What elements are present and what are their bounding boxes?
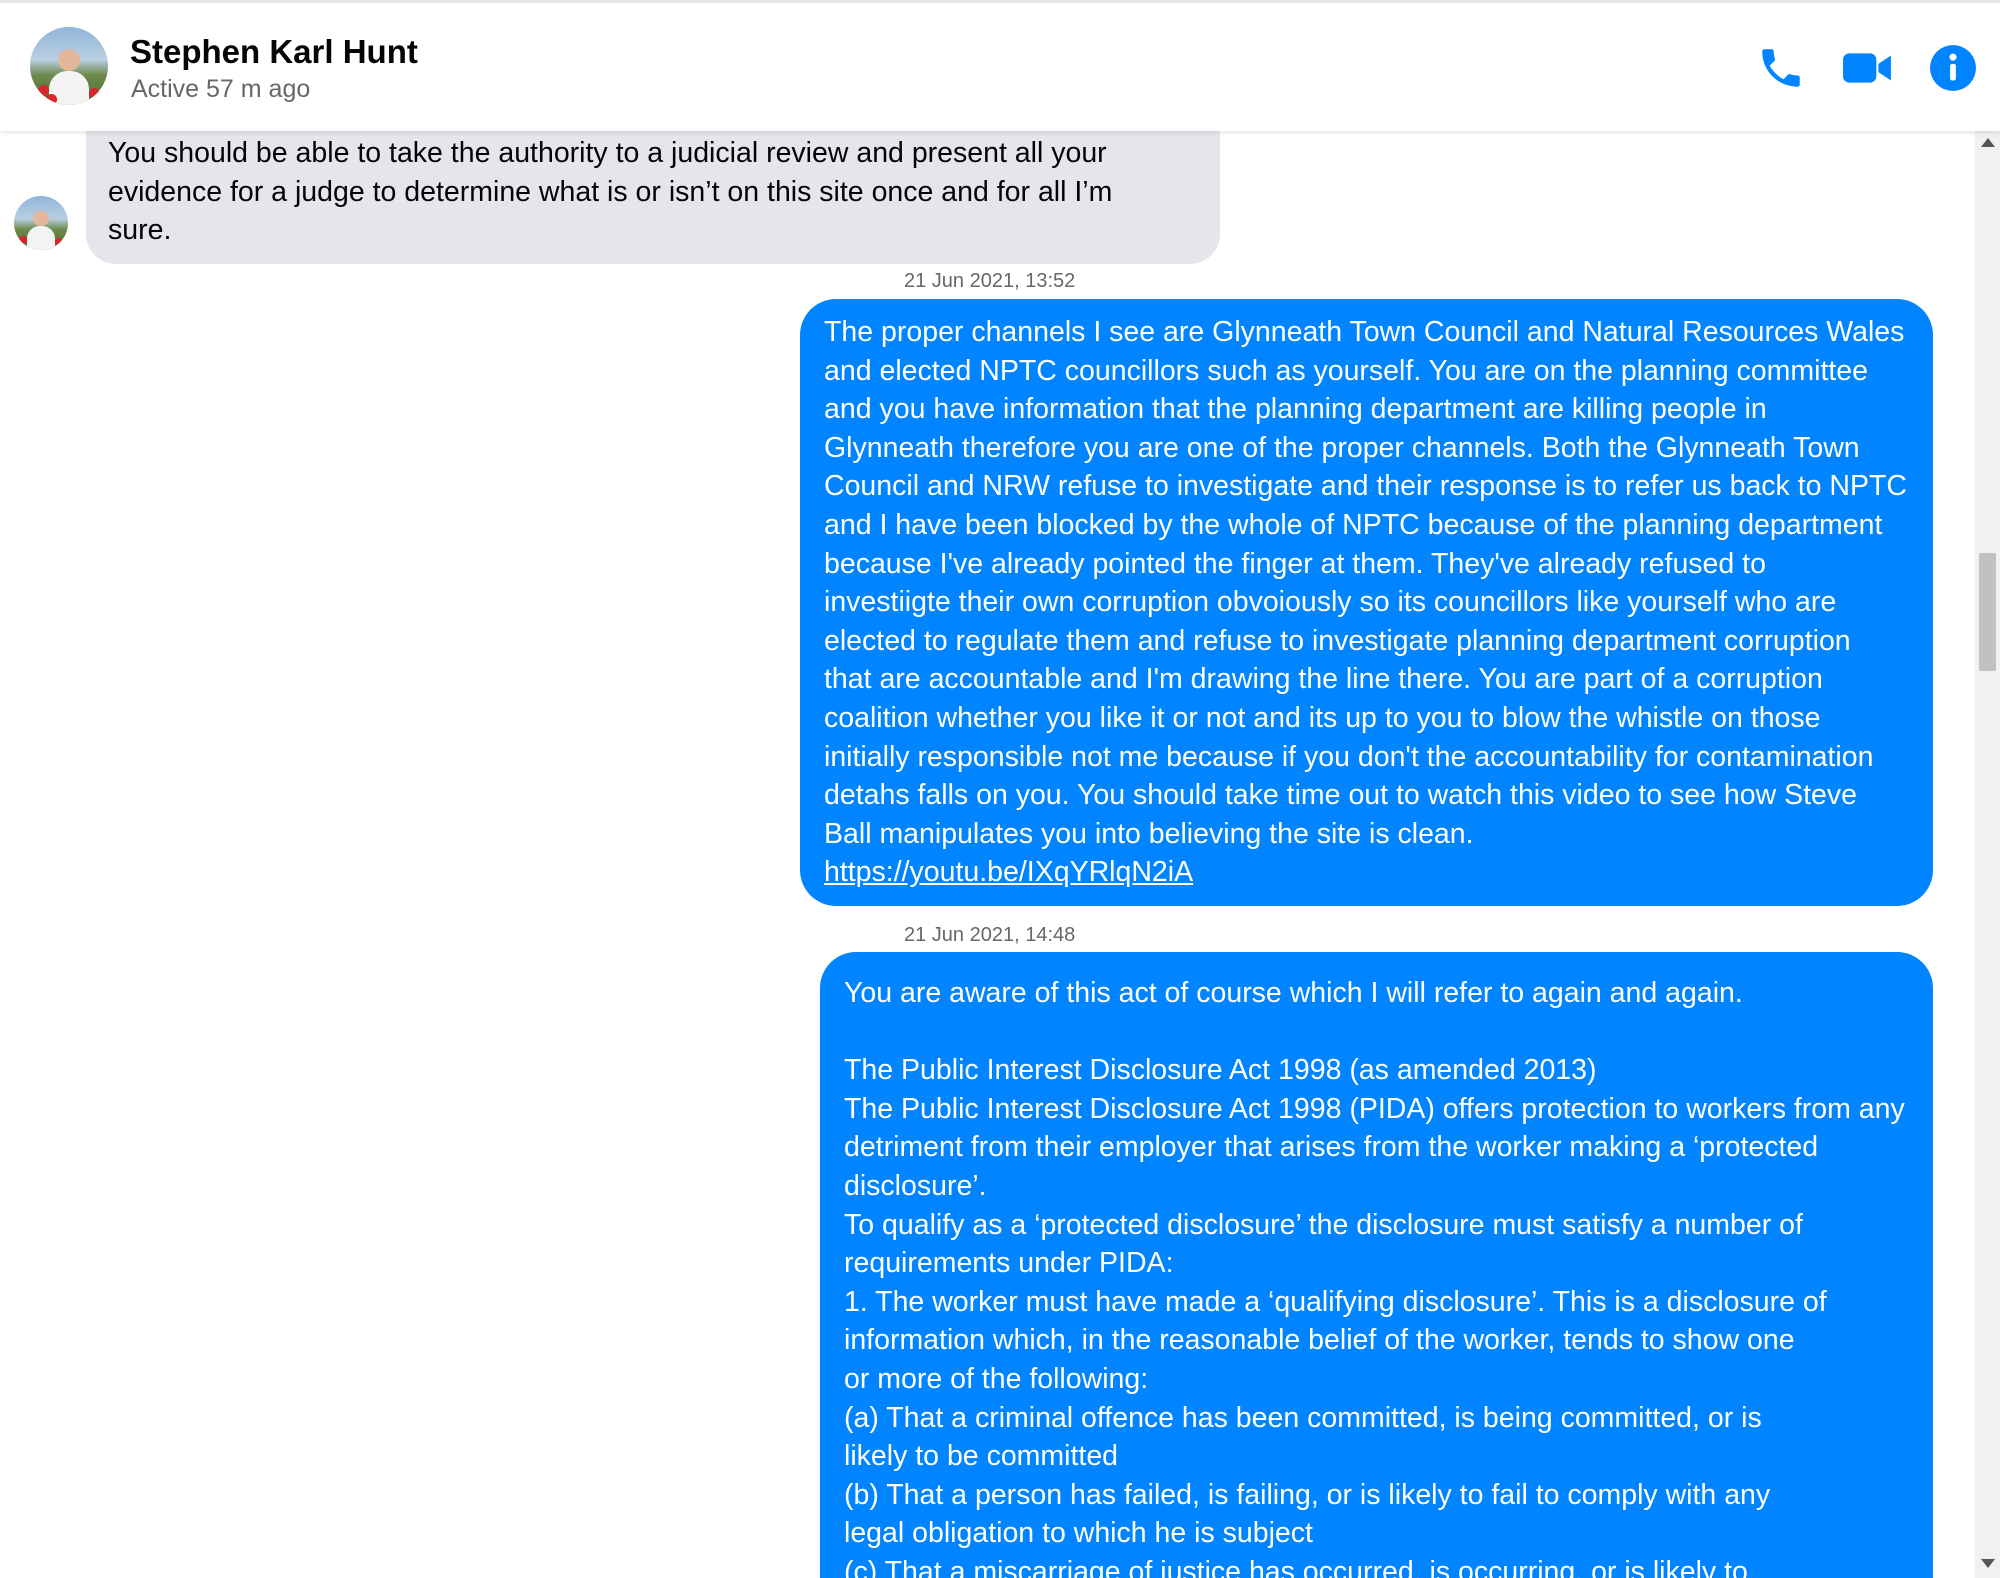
- message-timestamp: 21 Jun 2021, 14:48: [904, 924, 1076, 946]
- message-timestamp: 21 Jun 2021, 13:52: [904, 270, 1076, 292]
- active-status: Active 57 m ago: [131, 75, 311, 103]
- video-camera-icon[interactable]: [1840, 43, 1896, 93]
- scroll-down-arrow-icon[interactable]: [1981, 1559, 1995, 1568]
- contact-avatar[interactable]: [30, 27, 108, 105]
- message-text: The proper channels I see are Glynneath …: [824, 316, 1907, 850]
- scrollbar-thumb[interactable]: [1979, 553, 1996, 671]
- scrollbar[interactable]: [1975, 128, 2000, 1578]
- sender-avatar[interactable]: [14, 196, 68, 250]
- outgoing-message[interactable]: The proper channels I see are Glynneath …: [800, 299, 1933, 906]
- phone-icon[interactable]: [1756, 43, 1806, 93]
- conversation-header: Stephen Karl Hunt Active 57 m ago: [0, 0, 2000, 131]
- message-thread[interactable]: You should be able to take the authority…: [0, 128, 1975, 1578]
- contact-name[interactable]: Stephen Karl Hunt: [130, 33, 418, 71]
- youtube-link[interactable]: https://youtu.be/IXqYRlqN2iA: [824, 856, 1193, 888]
- outgoing-message[interactable]: You are aware of this act of course whic…: [820, 952, 1933, 1578]
- incoming-message[interactable]: You should be able to take the authority…: [86, 128, 1220, 264]
- scroll-up-arrow-icon[interactable]: [1981, 138, 1995, 147]
- info-icon[interactable]: [1928, 43, 1978, 93]
